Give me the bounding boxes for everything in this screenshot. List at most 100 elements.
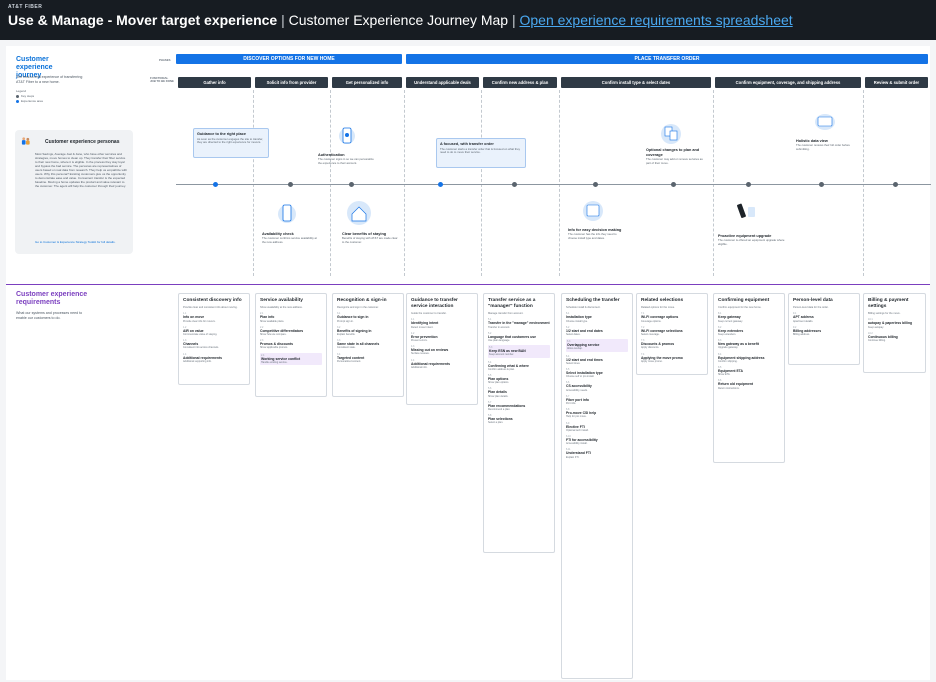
requirement-item: 7.1 Wi-Fi coverage options Coverage option… (641, 312, 703, 322)
requirement-text: Coverage options. (641, 319, 662, 323)
requirement-item: 3.3 Same state in all channels Consistent … (337, 339, 399, 349)
requirement-item: 4.3 Missing out on reviews Surface reviews… (411, 345, 473, 355)
requirement-item: 6.8 Pro-move CSI help Help for pro move. (566, 408, 628, 418)
requirement-item: 6.9 Elective FTI Optional tech install. (566, 422, 628, 432)
requirement-text: Optional tech install. (566, 428, 589, 432)
requirement-text: Apartment details. (793, 319, 814, 323)
phone-availability-icon (278, 204, 296, 223)
requirement-text: Keep account number. (489, 353, 515, 357)
requirement-column: Consistent discovery info Provide clear a… (178, 293, 250, 385)
title-subtitle: Customer Experience Journey Map (288, 12, 509, 28)
requirement-item: 5.8 Plan selections Select a plan. (488, 414, 550, 424)
legend-item-key-steps: Key steps (16, 94, 34, 98)
requirement-item: 5.3 Keep ESN as new BAN Keep account numbe… (488, 345, 550, 358)
requirement-column-description: Provide clear and consistent info about … (183, 306, 238, 309)
requirement-item: 1.2 AIR on value Communicate value of stay… (183, 326, 245, 336)
moment-text: As soon as the customer engages the site… (197, 136, 264, 145)
phases-label: PHASES (159, 58, 171, 62)
moment-text-availability: The customer confirms service availabili… (262, 236, 317, 244)
timeline-dot (593, 182, 598, 187)
requirement-item: 2.4 Working service conflict Handle existi… (260, 352, 322, 365)
requirement-item: 8.4 Equipment shipping address Confirm shi… (718, 353, 780, 363)
requirement-column-title: Billing & payment settings (868, 298, 909, 309)
requirement-name: Transfer in the "manage" environment (488, 321, 550, 326)
requirement-text: Additional info. (411, 365, 428, 369)
stage-gather-info: Gather info (178, 77, 251, 88)
requirement-text: Explain benefits. (337, 332, 356, 336)
requirement-item: 7.2 Wi-Fi coverage selections Select cover… (641, 326, 703, 336)
page-title: Use & Manage - Mover target experience |… (8, 12, 793, 28)
moment-title: Guidance to the right place (197, 132, 246, 136)
legend-title: Legend (16, 89, 27, 93)
journey-map-canvas: Customer experience journey The end-to-e… (6, 46, 931, 680)
requirement-item: 2.3 Promos & discounts Show applicable pro… (260, 339, 322, 349)
requirement-text: Choose self or pro install. (566, 375, 595, 379)
requirement-text: Handle existing service. (261, 360, 288, 364)
requirement-item: 2.1 Plan info Show available plans. (260, 312, 322, 322)
requirement-column-description: Guide the customer to transfer. (411, 312, 447, 315)
legend-dot-icon (16, 99, 19, 103)
requirement-column: Confirming equipment Confirm equipment fo… (713, 293, 785, 463)
stage-confirm-equipment: Confirm equipment, coverage, and shippin… (715, 77, 861, 88)
requirement-item: 6.6 CS accessibility Accessibility needs. (566, 381, 628, 391)
stage-divider (330, 90, 331, 276)
plan-coverage-icon (661, 124, 681, 144)
requirement-item: 10.1 autopay & paperless billing Keep auto… (868, 318, 921, 328)
requirement-text: Keep autopay. (868, 325, 884, 329)
requirement-text: Show available plans. (260, 319, 285, 323)
persona-avatars-icon (21, 137, 30, 145)
requirement-text: Select coverage. (641, 332, 660, 336)
stage-understand-deals: Understand applicable deals (406, 77, 479, 88)
requirement-text: Show plan options. (488, 381, 510, 385)
moment-text-decision: The customer has the info they need to c… (568, 232, 617, 240)
requirement-column-title: Service availability (260, 298, 303, 303)
requirement-column-title: Confirming equipment (718, 298, 770, 303)
requirement-text: Personalized content. (337, 359, 362, 363)
requirement-text: Keep extenders. (718, 332, 737, 336)
requirement-column: Related selections Related options for th… (636, 293, 708, 375)
journey-description: The end-to-end experience of transferrin… (16, 75, 83, 84)
moment-text-holistic: The customer reviews their full order be… (796, 143, 850, 151)
timeline-dot (893, 182, 898, 187)
requirement-text: Accessibility install. (566, 442, 588, 446)
equipment-gateway-icon (737, 203, 755, 218)
requirement-item: 6.11 Understand FTI Explain FTI. (566, 448, 628, 458)
requirement-text: Apply discounts. (641, 346, 660, 350)
requirement-item: 7.4 Applying the move promo Apply move pro… (641, 353, 703, 363)
scheduling-icon (583, 201, 603, 221)
requirement-item: 3.2 Benefits of signing in Explain benefit… (337, 326, 399, 336)
requirement-item: 9.1 APT address Apartment details. (793, 312, 855, 322)
requirement-column-title: Scheduling the transfer (566, 298, 620, 303)
requirements-divider (6, 284, 930, 285)
requirement-column-title: Guidance to transfer service interaction (411, 298, 458, 309)
requirement-text: Select dates. (566, 332, 581, 336)
requirement-item: 5.4 Confirming what & where Confirm addres… (488, 361, 550, 371)
stage-divider (253, 90, 254, 276)
legend-item-experience: Experience area (16, 99, 43, 103)
requirement-text: Detect mover intent. (411, 325, 434, 329)
stage-divider (481, 90, 482, 276)
requirement-text: Select times. (566, 361, 581, 365)
requirement-text: Surface reviews. (411, 352, 430, 356)
requirement-text: Confirm shipping. (718, 359, 738, 363)
requirement-item: 8.2 Keep extenders Keep extenders. (718, 326, 780, 336)
requirement-text: Show plan details. (488, 394, 509, 398)
requirement-text: Allow overlap. (567, 347, 583, 351)
moment-card-guidance: Guidance to the right place As soon as t… (193, 128, 269, 158)
requirement-text: Select a plan. (488, 421, 504, 425)
stage-divider (713, 90, 714, 276)
requirement-item: 3.1 Guidance to sign in Prompt sign in. (337, 312, 399, 322)
requirement-text: Consistent state. (337, 346, 356, 350)
requirement-item: 5.2 Language that customers use Use plain … (488, 332, 550, 342)
requirement-text: Transfer in account. (488, 325, 511, 329)
timeline-dot (819, 182, 824, 187)
requirement-text: Additional supporting info. (183, 359, 212, 363)
benefits-house-icon (347, 201, 371, 225)
persona-title: Customer experience personas (45, 139, 120, 145)
spreadsheet-link[interactable]: Open experience requirements spreadsheet (520, 12, 793, 28)
requirement-item: 6.10 FTI for accessibility Accessibility i… (566, 435, 628, 445)
requirement-item: 1.3 Channels Consistent info across channe… (183, 339, 245, 349)
phase-place-order: PLACE TRANSFER ORDER (406, 54, 928, 64)
persona-toolkit-link[interactable]: Go to Customer & Experience Strategy Too… (35, 240, 127, 244)
moment-text-plan-changes: The customer may add or remove services … (646, 157, 703, 165)
